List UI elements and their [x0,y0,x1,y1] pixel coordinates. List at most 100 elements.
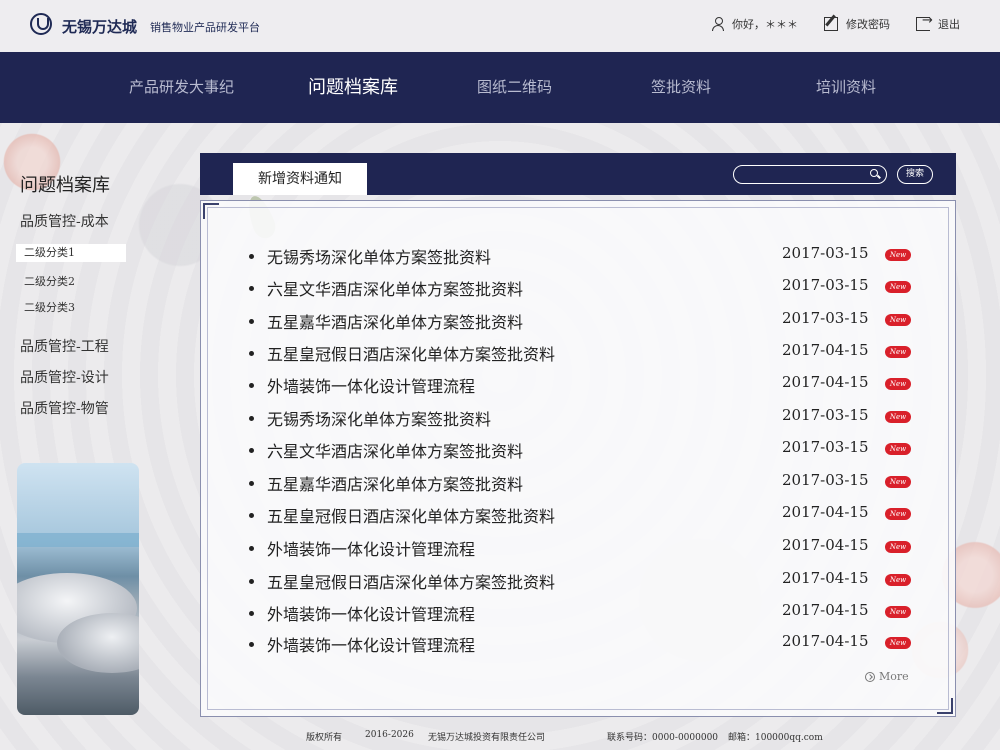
list-item-title: 六星文华酒店深化单体方案签批资料 [267,280,524,299]
sidebar-item-quality-engineering[interactable]: 品质管控-工程 [20,336,109,356]
bullet-icon [249,611,254,616]
new-badge: New [885,443,911,455]
arrow-circle-icon [865,671,875,682]
sidebar-item-quality-cost[interactable]: 品质管控-成本 [20,211,109,231]
footer-email: 邮箱：100000qq.com [728,733,823,743]
sidebar-title: 问题档案库 [20,175,110,196]
list-item-title: 六星文华酒店深化单体方案签批资料 [267,442,524,461]
change-password-label: 修改密码 [846,18,890,31]
new-badge: New [885,346,911,358]
tab-new-notices[interactable]: 新增资料通知 [233,163,367,195]
brand-name: 无锡万达城 [62,18,138,36]
list-item[interactable]: 五星嘉华酒店深化单体方案签批资料 2017-03-15 New [249,309,929,333]
footer-company: 无锡万达城投资有限责任公司 [428,733,546,743]
list-item-title: 外墙装饰一体化设计管理流程 [267,605,476,624]
sidebar-item-quality-property[interactable]: 品质管控-物管 [20,398,109,418]
list-item-date: 2017-03-15 [782,471,869,489]
list-item-title: 五星皇冠假日酒店深化单体方案签批资料 [267,345,556,364]
new-badge: New [885,411,911,423]
notice-list-panel: 无锡秀场深化单体方案签批资料 2017-03-15 New 六星文华酒店深化单体方案签… [200,200,956,717]
sidebar-item-quality-design[interactable]: 品质管控-设计 [20,367,109,387]
list-item-date: 2017-04-15 [782,373,869,391]
more-label: More [879,670,909,683]
list-item-date: 2017-04-15 [782,503,869,521]
list-item-date: 2017-04-15 [782,601,869,619]
list-item-title: 外墙装饰一体化设计管理流程 [267,377,476,396]
footer-years: 2016-2026 [365,730,414,740]
sidebar-subitem-1[interactable]: 二级分类1 [16,244,126,262]
new-badge: New [885,249,911,261]
logout-link[interactable]: 退出 [916,13,960,32]
person-icon [712,17,724,31]
bullet-icon [249,351,254,356]
new-badge: New [885,281,911,293]
nav-item-milestones[interactable]: 产品研发大事纪 [129,52,234,123]
more-link[interactable]: More [865,670,909,683]
panel-header: 新增资料通知 搜索 [200,153,956,195]
logout-icon [916,13,933,31]
new-badge: New [885,508,911,520]
new-badge: New [885,637,911,649]
footer-phone: 联系号码：0000-0000000 [607,733,719,743]
bullet-icon [249,546,254,551]
bullet-icon [249,642,254,647]
bullet-icon [249,513,254,518]
list-item-date: 2017-04-15 [782,341,869,359]
sidebar-subitem-2[interactable]: 二级分类2 [24,273,75,289]
search-input[interactable] [742,167,860,181]
list-item-date: 2017-04-15 [782,632,869,650]
list-item[interactable]: 六星文华酒店深化单体方案签批资料 2017-03-15 New [249,276,929,300]
nav-item-issue-archive[interactable]: 问题档案库 [308,52,398,123]
list-item-title: 外墙装饰一体化设计管理流程 [267,540,476,559]
project-aerial-photo [17,463,139,715]
list-item-date: 2017-03-15 [782,406,869,424]
new-badge: New [885,541,911,553]
greeting-text: 你好，＊＊＊ [732,18,798,31]
footer-copyright: 版权所有 [306,733,343,743]
list-item-title: 五星皇冠假日酒店深化单体方案签批资料 [267,573,556,592]
list-item-date: 2017-03-15 [782,244,869,262]
list-item-date: 2017-03-15 [782,309,869,327]
corner-ornament [937,698,953,714]
search-icon[interactable] [870,169,878,177]
bullet-icon [249,416,254,421]
list-item[interactable]: 外墙装饰一体化设计管理流程 2017-04-15 New [249,373,929,397]
list-item-title: 五星皇冠假日酒店深化单体方案签批资料 [267,507,556,526]
bullet-icon [249,383,254,388]
list-item[interactable]: 六星文华酒店深化单体方案签批资料 2017-03-15 New [249,438,929,462]
list-item-date: 2017-03-15 [782,276,869,294]
list-item[interactable]: 五星皇冠假日酒店深化单体方案签批资料 2017-04-15 New [249,341,929,365]
list-item[interactable]: 外墙装饰一体化设计管理流程 2017-04-15 New [249,601,929,625]
logout-label: 退出 [938,18,960,31]
list-item-title: 五星嘉华酒店深化单体方案签批资料 [267,475,524,494]
bullet-icon [249,448,254,453]
nav-item-training-docs[interactable]: 培训资料 [816,52,876,123]
bullet-icon [249,319,254,324]
nav-item-drawing-qrcode[interactable]: 图纸二维码 [477,52,552,123]
list-item[interactable]: 五星皇冠假日酒店深化单体方案签批资料 2017-04-15 New [249,503,929,527]
search-button[interactable]: 搜索 [897,165,933,184]
bullet-icon [249,579,254,584]
list-item-title: 无锡秀场深化单体方案签批资料 [267,410,492,429]
new-badge: New [885,606,911,618]
list-item-date: 2017-03-15 [782,438,869,456]
list-item[interactable]: 外墙装饰一体化设计管理流程 2017-04-15 New [249,632,929,656]
list-item[interactable]: 五星皇冠假日酒店深化单体方案签批资料 2017-04-15 New [249,569,929,593]
top-bar: 无锡万达城 销售物业产品研发平台 你好，＊＊＊ 修改密码 退出 [0,0,1000,52]
list-item-date: 2017-04-15 [782,569,869,587]
sidebar-subitem-3[interactable]: 二级分类3 [24,299,75,315]
wanda-logo-icon [30,13,52,35]
platform-subtitle: 销售物业产品研发平台 [150,21,260,34]
change-password-link[interactable]: 修改密码 [824,16,890,32]
list-item[interactable]: 无锡秀场深化单体方案签批资料 2017-03-15 New [249,244,929,268]
bullet-icon [249,481,254,486]
nav-item-approval-docs[interactable]: 签批资料 [651,52,711,123]
list-item[interactable]: 无锡秀场深化单体方案签批资料 2017-03-15 New [249,406,929,430]
list-item-title: 外墙装饰一体化设计管理流程 [267,636,476,655]
user-greeting[interactable]: 你好，＊＊＊ [712,16,798,32]
list-item[interactable]: 五星嘉华酒店深化单体方案签批资料 2017-03-15 New [249,471,929,495]
new-badge: New [885,476,911,488]
list-item[interactable]: 外墙装饰一体化设计管理流程 2017-04-15 New [249,536,929,560]
search-box [733,165,887,184]
new-badge: New [885,314,911,326]
